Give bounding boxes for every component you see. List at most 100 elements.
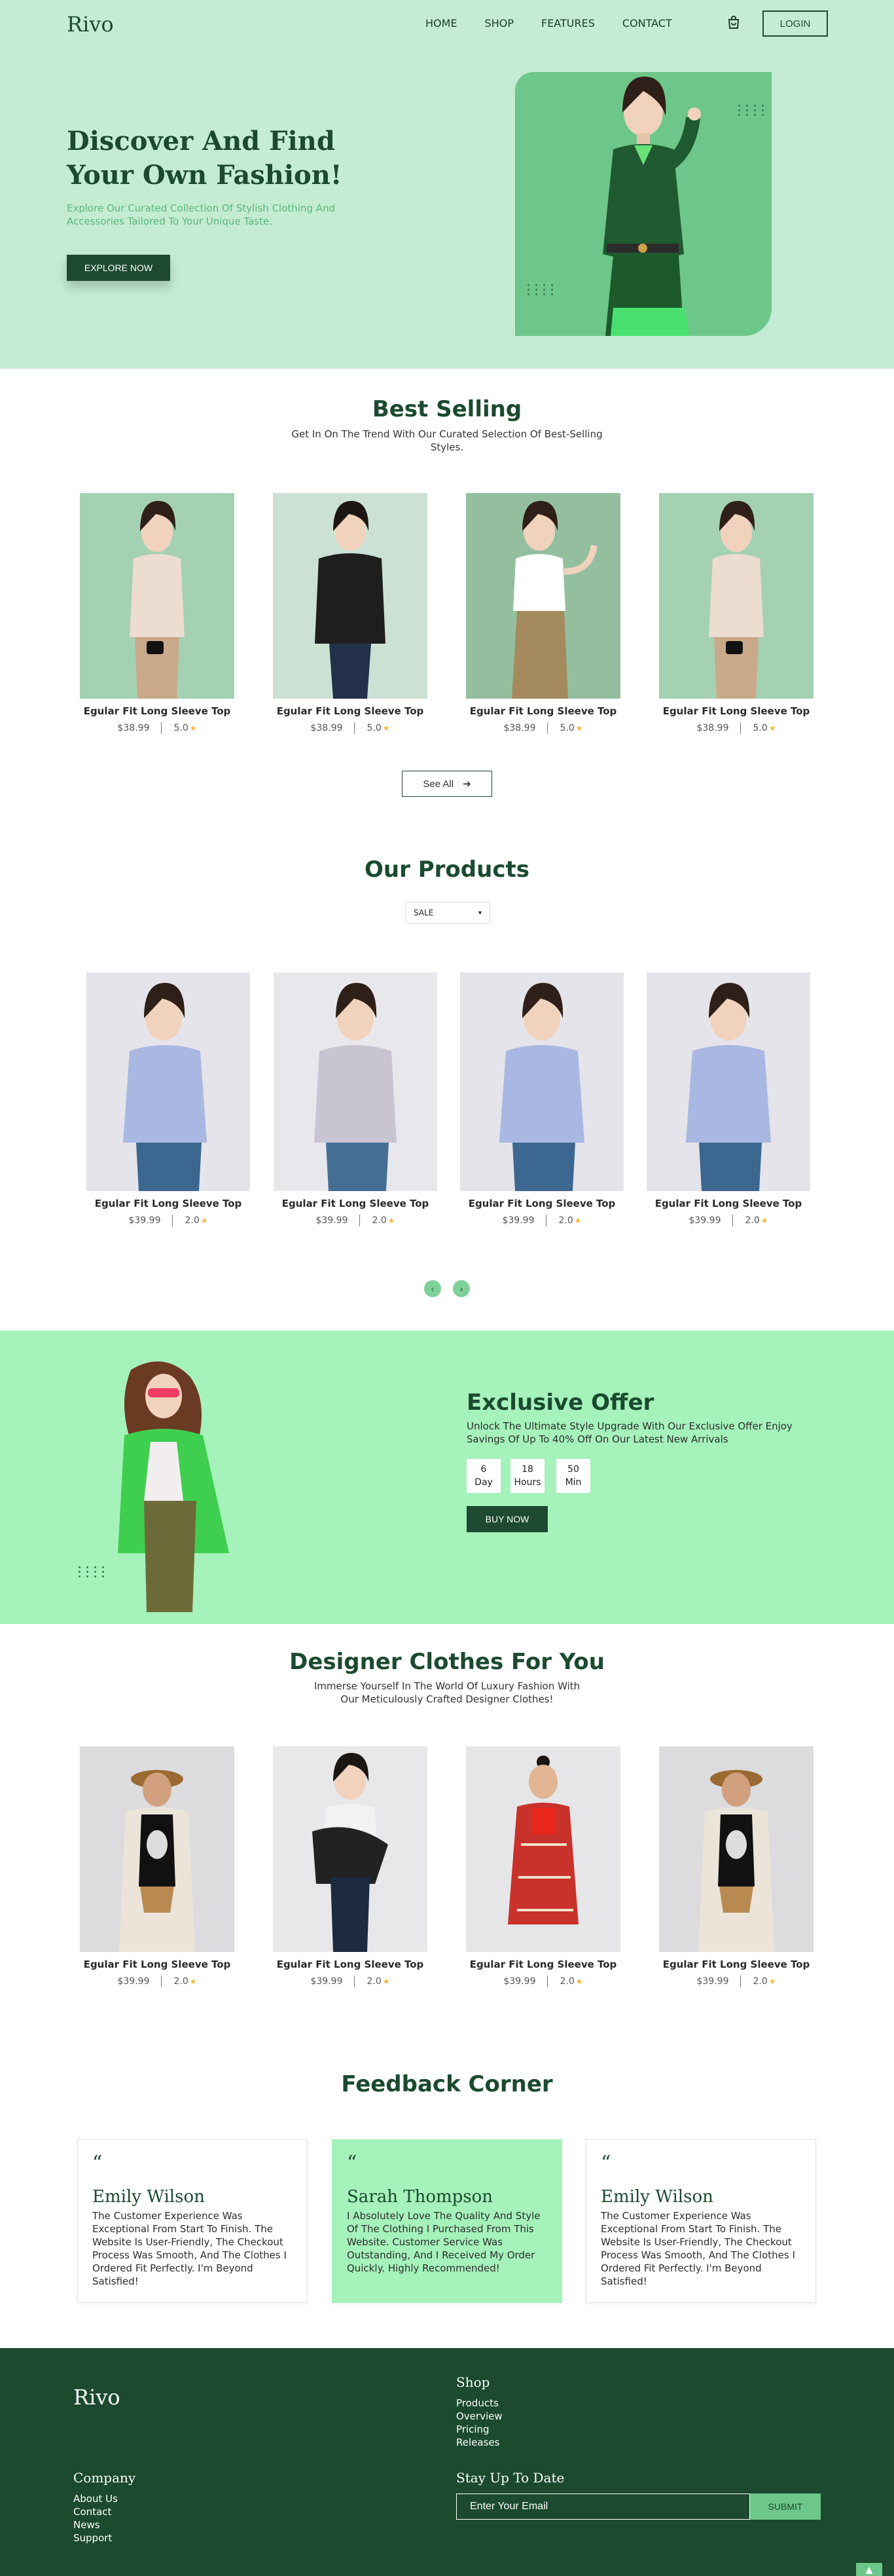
product-meta: $39.99 2.0 ★ — [659, 1976, 814, 1987]
countdown-hours: 18 Hours — [510, 1459, 545, 1493]
star-icon: ★ — [575, 724, 583, 733]
footer-link-contact[interactable]: Contact — [73, 2505, 118, 2518]
product-image[interactable] — [273, 493, 427, 699]
product-card[interactable]: Egular Fit Long Sleeve Top $39.99 2.0 ★ — [80, 1746, 234, 1987]
product-image[interactable] — [274, 972, 437, 1191]
hero-title: Discover And Find Your Own Fashion! — [67, 126, 342, 191]
review-text: I Absolutely Love The Quality And Style … — [347, 2210, 541, 2274]
product-rating: 2.0 — [753, 1976, 768, 1987]
product-name: Egular Fit Long Sleeve Top — [83, 1959, 231, 1970]
category-select[interactable]: SALE ▾ — [405, 902, 490, 924]
product-rating: 2.0 — [558, 1215, 573, 1226]
product-price: $39.99 — [128, 1215, 161, 1226]
arrow-right-icon: ➔ — [463, 779, 471, 790]
offer-subtitle: Unlock The Ultimate Style Upgrade With O… — [467, 1420, 793, 1445]
product-rating: 2.0 — [560, 1976, 575, 1987]
main-nav: HOME SHOP FEATURES CONTACT — [425, 17, 700, 29]
submit-button[interactable]: SUBMIT — [750, 2493, 821, 2520]
product-rating: 5.0 — [560, 723, 575, 733]
quote-icon: “ — [601, 2152, 611, 2175]
chevron-down-icon: ▾ — [478, 909, 482, 917]
product-card[interactable]: Egular Fit Long Sleeve Top $38.99 5.0 ★ — [659, 493, 814, 734]
offer-image — [118, 1361, 229, 1612]
footer-logo[interactable]: Rivo — [73, 2385, 120, 2410]
product-price: $39.99 — [315, 1215, 348, 1226]
product-name: Egular Fit Long Sleeve Top — [662, 705, 810, 717]
product-card[interactable]: Egular Fit Long Sleeve Top $38.99 5.0 ★ — [466, 493, 620, 734]
reviewer-name: Sarah Thompson — [347, 2187, 493, 2207]
product-name: Egular Fit Long Sleeve Top — [276, 1959, 424, 1970]
nav-contact[interactable]: CONTACT — [622, 17, 672, 29]
product-rating: 2.0 — [173, 1976, 188, 1987]
nav-features[interactable]: FEATURES — [541, 17, 595, 29]
cart-icon[interactable] — [726, 14, 742, 30]
footer-link-about[interactable]: About Us — [73, 2492, 118, 2505]
product-card[interactable]: Egular Fit Long Sleeve Top $39.99 2.0 ★ — [460, 972, 624, 1226]
buy-now-button[interactable]: BUY NOW — [467, 1506, 548, 1532]
product-card[interactable]: Egular Fit Long Sleeve Top $38.99 5.0 ★ — [273, 493, 427, 734]
footer-link-support[interactable]: Support — [73, 2531, 118, 2545]
see-all-button[interactable]: See All ➔ — [402, 771, 492, 797]
product-image[interactable] — [466, 1746, 620, 1952]
star-icon: ★ — [575, 1977, 583, 1986]
review-text: The Customer Experience Was Exceptional … — [92, 2210, 287, 2287]
footer-shop-links: Products Overview Pricing Releases — [456, 2397, 503, 2449]
footer-link-releases[interactable]: Releases — [456, 2436, 503, 2449]
feedback-card: “ Emily Wilson The Customer Experience W… — [586, 2139, 816, 2303]
product-name: Egular Fit Long Sleeve Top — [468, 1198, 616, 1209]
product-image[interactable] — [659, 493, 814, 699]
product-image[interactable] — [273, 1746, 427, 1952]
product-price: $39.99 — [502, 1215, 535, 1226]
footer-link-products[interactable]: Products — [456, 2397, 503, 2410]
dot-pattern — [738, 105, 767, 116]
explore-now-button[interactable]: EXPLORE NOW — [67, 255, 170, 281]
nav-home[interactable]: HOME — [425, 17, 457, 29]
product-image[interactable] — [460, 972, 624, 1191]
product-image[interactable] — [80, 493, 234, 699]
footer-link-pricing[interactable]: Pricing — [456, 2423, 503, 2436]
hero-image — [515, 72, 772, 336]
product-name: Egular Fit Long Sleeve Top — [654, 1198, 802, 1209]
product-card[interactable]: Egular Fit Long Sleeve Top $39.99 2.0 ★ — [466, 1746, 620, 1987]
newsletter-title: Stay Up To Date — [456, 2470, 565, 2486]
quote-icon: “ — [92, 2152, 103, 2175]
feedback-card: “ Emily Wilson The Customer Experience W… — [77, 2139, 308, 2303]
arrow-up-icon[interactable]: ▲ — [856, 2563, 882, 2576]
product-image[interactable] — [647, 972, 810, 1191]
login-button[interactable]: LOGIN — [762, 10, 828, 37]
product-image[interactable] — [86, 972, 250, 1191]
product-meta: $39.99 2.0 ★ — [273, 1976, 427, 1987]
countdown-value: 6 — [480, 1464, 487, 1475]
footer-link-news[interactable]: News — [73, 2518, 118, 2531]
footer-link-overview[interactable]: Overview — [456, 2410, 503, 2423]
product-card[interactable]: Egular Fit Long Sleeve Top $39.99 2.0 ★ — [647, 972, 810, 1226]
brand-logo[interactable]: Rivo — [67, 12, 114, 37]
product-image[interactable] — [466, 493, 620, 699]
product-price: $39.99 — [696, 1976, 729, 1987]
product-card[interactable]: Egular Fit Long Sleeve Top $39.99 2.0 ★ — [273, 1746, 427, 1987]
product-image[interactable] — [659, 1746, 814, 1952]
product-meta: $38.99 5.0 ★ — [273, 722, 427, 734]
product-price: $39.99 — [503, 1976, 536, 1987]
product-card[interactable]: Egular Fit Long Sleeve Top $38.99 5.0 ★ — [80, 493, 234, 734]
category-select-value: SALE — [414, 908, 434, 917]
our-products-title: Our Products — [365, 856, 529, 883]
nav-shop[interactable]: SHOP — [485, 17, 514, 29]
designer-subtitle: Immerse Yourself In The World Of Luxury … — [313, 1680, 581, 1705]
see-all-label: See All — [423, 779, 454, 790]
star-icon: ★ — [189, 724, 197, 733]
product-image[interactable] — [80, 1746, 234, 1952]
product-card[interactable]: Egular Fit Long Sleeve Top $39.99 2.0 ★ — [659, 1746, 814, 1987]
product-meta: $39.99 2.0 ★ — [80, 1976, 234, 1987]
offer-title: Exclusive Offer — [467, 1389, 654, 1416]
hero-subtitle: Explore Our Curated Collection Of Stylis… — [67, 202, 336, 227]
chevron-right-icon[interactable]: › — [453, 1280, 470, 1297]
email-input[interactable] — [456, 2493, 750, 2520]
product-name: Egular Fit Long Sleeve Top — [94, 1198, 242, 1209]
chevron-left-icon[interactable]: ‹ — [424, 1280, 441, 1297]
product-card[interactable]: Egular Fit Long Sleeve Top $39.99 2.0 ★ — [274, 972, 437, 1226]
product-rating: 2.0 — [745, 1215, 760, 1226]
reviewer-name: Emily Wilson — [92, 2187, 205, 2207]
product-rating: 5.0 — [367, 723, 382, 733]
product-card[interactable]: Egular Fit Long Sleeve Top $39.99 2.0 ★ — [86, 972, 250, 1226]
